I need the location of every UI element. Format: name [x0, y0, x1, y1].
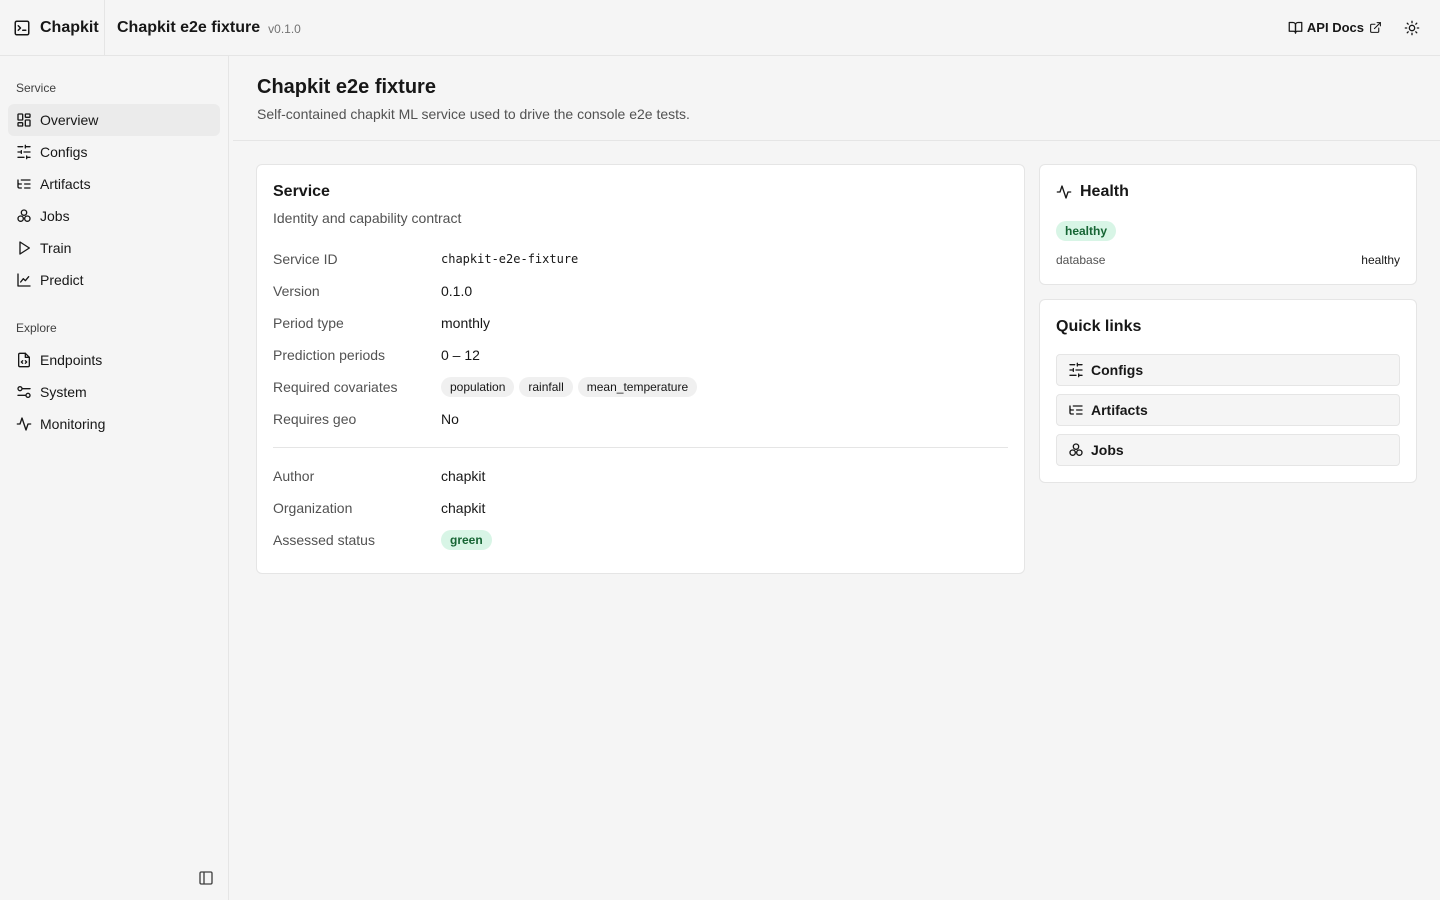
nav-group-service: Service — [16, 81, 57, 95]
sidebar-item-label: Endpoints — [40, 352, 103, 368]
quick-link-label: Configs — [1091, 362, 1144, 378]
sidebar-item-system[interactable]: System — [8, 376, 220, 408]
field-label: Version — [273, 283, 320, 299]
page-subtitle: Self-contained chapkit ML service used t… — [257, 106, 690, 122]
health-card: Health healthy database healthy — [1039, 164, 1417, 285]
boxes-icon — [1068, 442, 1084, 458]
sidebar: Service Overview Configs Artifacts Jobs … — [0, 56, 229, 900]
field-organization: Organization chapkit — [273, 498, 1008, 518]
field-value: chapkit — [441, 468, 486, 484]
sidebar-item-label: Overview — [40, 112, 99, 128]
quick-links-card: Quick links Configs Artifacts Jobs — [1039, 299, 1417, 483]
sidebar-item-label: Monitoring — [40, 416, 106, 432]
sliders-icon — [16, 144, 32, 160]
external-link-icon — [1369, 21, 1382, 34]
covariate-chip: population — [441, 377, 515, 397]
sidebar-item-train[interactable]: Train — [8, 232, 220, 264]
field-version: Version 0.1.0 — [273, 281, 1008, 301]
brand-name: Chapkit — [40, 18, 99, 36]
covariate-chips: population rainfall mean_temperature — [441, 377, 702, 397]
quick-link-artifacts[interactable]: Artifacts — [1056, 394, 1400, 426]
field-service-id: Service ID chapkit-e2e-fixture — [273, 249, 1008, 269]
sidebar-item-endpoints[interactable]: Endpoints — [8, 344, 220, 376]
boxes-icon — [16, 208, 32, 224]
sidebar-item-label: Predict — [40, 272, 84, 288]
field-label: Prediction periods — [273, 347, 386, 363]
quick-link-configs[interactable]: Configs — [1056, 354, 1400, 386]
field-label: Requires geo — [273, 411, 357, 427]
page-title: Chapkit e2e fixture — [257, 76, 436, 98]
health-card-title: Health — [1080, 183, 1129, 200]
field-label: Author — [273, 468, 315, 484]
service-version: v0.1.0 — [268, 21, 301, 36]
activity-icon — [16, 416, 32, 432]
sidebar-item-overview[interactable]: Overview — [8, 104, 220, 136]
field-period-type: Period type monthly — [273, 313, 1008, 333]
line-chart-icon — [16, 272, 32, 288]
field-requires-geo: Requires geo No — [273, 409, 1008, 429]
api-docs-link[interactable]: API Docs — [1288, 20, 1382, 35]
status-badge: green — [441, 530, 492, 550]
field-required-covariates: Required covariates population rainfall me… — [273, 377, 1008, 397]
sidebar-item-predict[interactable]: Predict — [8, 264, 220, 296]
divider — [273, 447, 1008, 448]
book-open-icon — [1288, 20, 1303, 35]
sidebar-item-label: Artifacts — [40, 176, 91, 192]
sliders-icon — [1068, 362, 1084, 378]
sidebar-item-label: System — [40, 384, 87, 400]
play-icon — [16, 240, 32, 256]
terminal-icon — [13, 19, 31, 37]
page-header: Chapkit e2e fixture Self-contained chapk… — [233, 56, 1440, 141]
sidebar-item-artifacts[interactable]: Artifacts — [8, 168, 220, 200]
overview-grid-icon — [16, 112, 32, 128]
field-assessed-status: Assessed status green — [273, 530, 1008, 550]
field-value: 0.1.0 — [441, 283, 473, 299]
field-prediction-periods: Prediction periods 0 – 12 — [273, 345, 1008, 365]
service-card: Service Identity and capability contract… — [256, 164, 1025, 574]
quick-link-label: Artifacts — [1091, 402, 1148, 418]
sidebar-item-monitoring[interactable]: Monitoring — [8, 408, 220, 440]
field-value: No — [441, 411, 459, 427]
activity-icon — [1056, 184, 1072, 200]
service-card-title: Service — [273, 183, 330, 200]
health-status-badge: healthy — [1056, 221, 1117, 241]
brand[interactable]: Chapkit — [0, 0, 105, 55]
quick-link-label: Jobs — [1091, 442, 1124, 458]
covariate-chip: rainfall — [519, 377, 573, 397]
sidebar-item-label: Configs — [40, 144, 88, 160]
theme-toggle-sun-icon[interactable] — [1404, 20, 1420, 36]
list-tree-icon — [16, 176, 32, 192]
health-check-row: database healthy — [1056, 253, 1400, 267]
quick-links-title: Quick links — [1056, 318, 1142, 335]
field-label: Assessed status — [273, 532, 375, 548]
field-value: monthly — [441, 315, 491, 331]
field-label: Period type — [273, 315, 344, 331]
top-header: Chapkit Chapkit e2e fixture v0.1.0 API D… — [0, 0, 1440, 56]
nav-group-explore: Explore — [16, 321, 57, 335]
field-label: Service ID — [273, 251, 338, 267]
field-author: Author chapkit — [273, 466, 1008, 486]
sidebar-item-configs[interactable]: Configs — [8, 136, 220, 168]
field-label: Organization — [273, 500, 353, 516]
api-docs-label: API Docs — [1306, 20, 1364, 35]
settings-toggle-icon — [16, 384, 32, 400]
sidebar-item-label: Train — [40, 240, 72, 256]
quick-link-jobs[interactable]: Jobs — [1056, 434, 1400, 466]
field-value: chapkit-e2e-fixture — [441, 252, 579, 266]
field-value: chapkit — [441, 500, 486, 516]
health-check-name: database — [1056, 253, 1106, 267]
service-card-description: Identity and capability contract — [273, 210, 462, 226]
sidebar-item-label: Jobs — [40, 208, 70, 224]
field-label: Required covariates — [273, 379, 398, 395]
service-title: Chapkit e2e fixture — [117, 18, 261, 36]
field-value: 0 – 12 — [441, 347, 480, 363]
health-check-status: healthy — [1361, 253, 1400, 267]
sidebar-item-jobs[interactable]: Jobs — [8, 200, 220, 232]
file-code-icon — [16, 352, 32, 368]
sidebar-collapse-icon[interactable] — [198, 870, 214, 886]
list-tree-icon — [1068, 402, 1084, 418]
covariate-chip: mean_temperature — [577, 377, 698, 397]
